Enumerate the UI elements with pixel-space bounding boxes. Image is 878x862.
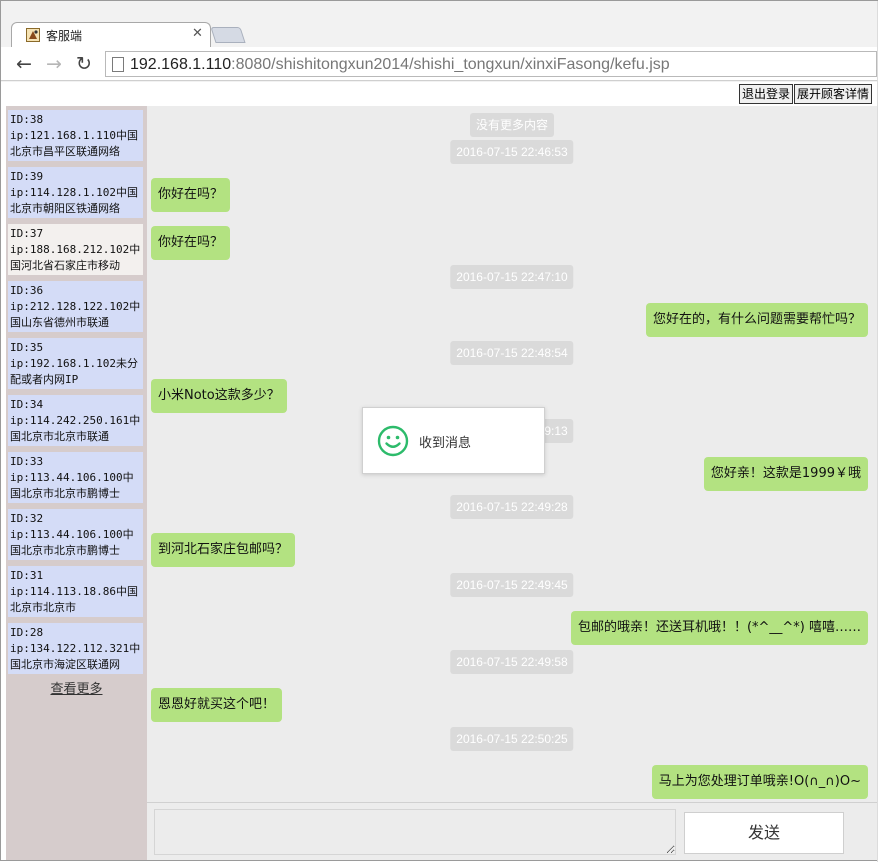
agent-message: 包邮的哦亲！还送耳机哦！！(*^__^*) 嘻嘻……: [570, 611, 868, 645]
customer-ip: ip:134.122.112.321中国北京市海淀区联通网: [10, 642, 141, 671]
timestamp: 2016-07-15 22:50:25: [450, 727, 574, 751]
customer-message: 到河北石家庄包邮吗？: [151, 533, 296, 567]
timestamp: 2016-07-15 22:49:28: [450, 495, 574, 519]
customer-id: ID:33: [10, 455, 44, 468]
message-input[interactable]: [154, 809, 676, 855]
toast-text: 收到消息: [419, 436, 472, 451]
tab-close-icon[interactable]: ✕: [192, 26, 203, 41]
customer-details-button[interactable]: 展开顾客详情: [793, 84, 872, 104]
timestamp: 2016-07-15 22:46:53: [450, 140, 574, 164]
forward-arrow-icon[interactable]: →: [43, 53, 65, 75]
customer-ip: ip:113.44.106.100中国北京市北京市鹏博士: [10, 471, 134, 500]
url-path: :8080/shishitongxun2014/shishi_tongxun/x…: [231, 56, 670, 73]
page-content: 退出登录 展开顾客详情 ID:38 ip:121.168.1.110中国北京市昌平…: [1, 82, 877, 860]
customer-id: ID:31: [10, 569, 44, 582]
browser-toolbar: ← → ↻ 192.168.1.110:8080/shishitongxun20…: [1, 47, 877, 81]
tab-strip: 客服端 ✕: [1, 1, 877, 47]
url-host: 192.168.1.110: [130, 56, 232, 73]
customer-ip: ip:113.44.106.100中国北京市北京市鹏博士: [10, 528, 134, 557]
customer-item[interactable]: ID:39 ip:114.128.1.102中国北京市朝阳区铁通网络: [8, 167, 143, 218]
view-more-link[interactable]: 查看更多: [6, 678, 147, 697]
customer-item[interactable]: ID:37 ip:188.168.212.102中国河北省石家庄市移动: [8, 224, 143, 275]
browser-tab[interactable]: 客服端 ✕: [11, 22, 211, 47]
agent-message: 您好在的，有什么问题需要帮忙吗？: [645, 303, 868, 337]
customer-list: ID:38 ip:121.168.1.110中国北京市昌平区联通网络 ID:39 ip…: [8, 110, 145, 675]
reload-icon[interactable]: ↻: [73, 53, 95, 75]
agent-message: 马上为您处理订单哦亲!O(∩_∩)O~: [651, 765, 868, 799]
customer-ip: ip:188.168.212.102中国河北省石家庄市移动: [10, 243, 141, 272]
customer-ip: ip:114.128.1.102中国北京市朝阳区铁通网络: [10, 186, 138, 215]
customer-item[interactable]: ID:35 ip:192.168.1.102未分配或者内网IP: [8, 338, 143, 389]
customer-ip: ip:212.128.122.102中国山东省德州市联通: [10, 300, 141, 329]
customer-item[interactable]: ID:31 ip:114.113.18.86中国北京市北京市: [8, 566, 143, 617]
customer-id: ID:39: [10, 170, 44, 183]
customer-id: ID:32: [10, 512, 44, 525]
timestamp: 2016-07-15 22:47:10: [450, 265, 574, 289]
customer-message: 你好在吗？: [151, 226, 231, 260]
customer-item[interactable]: ID:34 ip:114.242.250.161中国北京市北京市联通: [8, 395, 143, 446]
favicon-icon: [26, 28, 40, 42]
customer-id: ID:34: [10, 398, 44, 411]
send-button[interactable]: 发送: [684, 812, 844, 854]
customer-message: 你好在吗？: [151, 178, 231, 212]
new-tab-button[interactable]: [210, 27, 246, 43]
customer-id: ID:35: [10, 341, 44, 354]
no-more-notice: 没有更多内容: [469, 113, 555, 137]
tab-title: 客服端: [46, 29, 83, 43]
customer-item[interactable]: ID:32 ip:113.44.106.100中国北京市北京市鹏博士: [8, 509, 143, 560]
customer-item[interactable]: ID:38 ip:121.168.1.110中国北京市昌平区联通网络: [8, 110, 143, 161]
address-bar[interactable]: 192.168.1.110:8080/shishitongxun2014/shi…: [105, 51, 877, 77]
customer-message: 恩恩好就买这个吧！: [151, 688, 283, 722]
customer-item[interactable]: ID:28 ip:134.122.112.321中国北京市海淀区联通网: [8, 623, 143, 674]
logout-button[interactable]: 退出登录: [738, 84, 793, 104]
customer-sidebar: ID:38 ip:121.168.1.110中国北京市昌平区联通网络 ID:39 ip…: [6, 106, 147, 860]
customer-ip: ip:121.168.1.110中国北京市昌平区联通网络: [10, 129, 138, 158]
smile-icon: [377, 425, 409, 457]
timestamp: 2016-07-15 22:48:54: [450, 341, 574, 365]
timestamp: 2016-07-15 22:49:45: [450, 573, 574, 597]
customer-item[interactable]: ID:36 ip:212.128.122.102中国山东省德州市联通: [8, 281, 143, 332]
customer-id: ID:38: [10, 113, 44, 126]
customer-id: ID:28: [10, 626, 44, 639]
browser-window: 客服端 ✕ ← → ↻ 192.168.1.110:8080/shishiton…: [0, 0, 878, 862]
customer-message: 小米Noto这款多少？: [151, 379, 287, 413]
agent-message: 您好亲！这款是1999￥哦: [703, 457, 868, 491]
timestamp: 2016-07-15 22:49:58: [450, 650, 574, 674]
back-arrow-icon[interactable]: ←: [13, 53, 35, 75]
customer-ip: ip:114.242.250.161中国北京市北京市联通: [10, 414, 141, 443]
page-icon: [112, 57, 124, 72]
customer-id: ID:36: [10, 284, 44, 297]
header-buttons: 退出登录 展开顾客详情: [738, 84, 872, 104]
customer-item[interactable]: ID:33 ip:113.44.106.100中国北京市北京市鹏博士: [8, 452, 143, 503]
message-toast: 收到消息: [362, 407, 545, 474]
composer-bar: 发送: [147, 802, 877, 860]
customer-ip: ip:192.168.1.102未分配或者内网IP: [10, 357, 138, 386]
url-text: 192.168.1.110:8080/shishitongxun2014/shi…: [130, 56, 670, 74]
customer-id: ID:37: [10, 227, 44, 240]
customer-ip: ip:114.113.18.86中国北京市北京市: [10, 585, 138, 614]
